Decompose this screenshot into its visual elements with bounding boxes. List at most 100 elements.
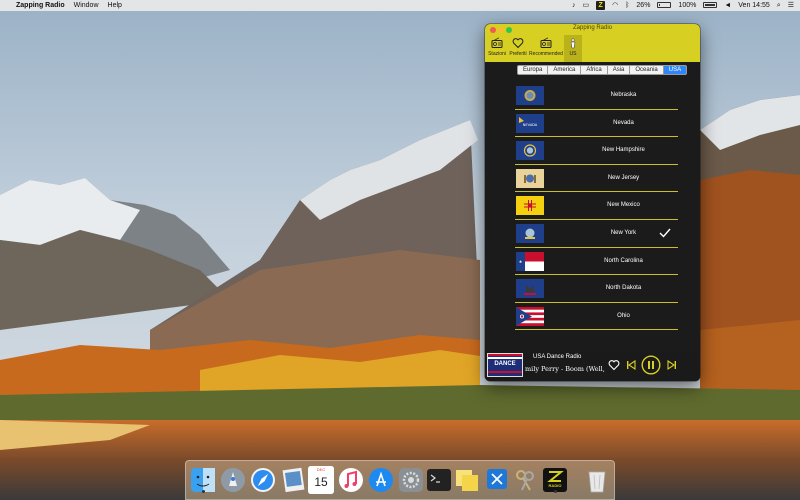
svg-text:★: ★	[519, 259, 523, 264]
battery-percent-right[interactable]: 100%	[678, 0, 696, 11]
display-icon[interactable]: ▭	[582, 0, 589, 11]
state-name: New Jersey	[607, 174, 640, 181]
tab-stazioni-label: Stazioni	[488, 51, 506, 57]
system-preferences-icon	[399, 468, 423, 492]
battery-icon-right[interactable]	[703, 0, 718, 11]
dock-safari[interactable]	[250, 466, 276, 494]
heart-icon	[608, 360, 620, 371]
pause-button[interactable]	[641, 355, 661, 375]
player-bar: DANCE USA Dance Radio mily Perry - Boom …	[485, 351, 700, 381]
heart-icon	[512, 38, 524, 49]
zapping-radio-window: Zapping Radio Stazioni Preferiti Recomme…	[485, 24, 700, 381]
dock-stickies[interactable]	[454, 466, 480, 494]
menu-bar-status-area: ♪ ▭ Z ◠ ᛒ 26% 100% ◄ Ven 14:55 ⌕ ☰	[565, 0, 794, 11]
tab-preferiti-label: Preferiti	[509, 51, 527, 57]
terminal-icon	[427, 469, 451, 491]
spotlight-search-icon[interactable]: ⌕	[777, 0, 781, 11]
state-name: Ohio	[617, 312, 630, 319]
volume-icon[interactable]: ◄	[724, 0, 731, 11]
dock-keychain[interactable]	[512, 466, 538, 494]
station-logo[interactable]: DANCE	[487, 353, 523, 377]
dock-system-preferences[interactable]	[398, 466, 424, 494]
state-name: North Carolina	[604, 257, 643, 264]
dock-preview[interactable]	[280, 466, 306, 494]
ohio-flag	[516, 306, 544, 326]
state-list: Nebraska NEVADA Nevada New Hampshire New…	[485, 82, 700, 358]
battery-icon-left[interactable]	[657, 0, 672, 11]
battery-percent-left[interactable]: 26%	[636, 0, 650, 11]
pause-icon	[641, 355, 661, 375]
calendar-day: 15	[314, 475, 328, 489]
region-america[interactable]: America	[547, 66, 580, 74]
new-york-flag	[516, 224, 544, 243]
next-button[interactable]	[667, 359, 677, 371]
torch-icon	[570, 37, 576, 49]
music-icon	[339, 468, 363, 492]
tab-us-label: US	[569, 51, 577, 57]
nevada-flag: NEVADA	[516, 113, 544, 133]
list-item[interactable]: New Mexico	[485, 192, 700, 220]
region-europa[interactable]: Europa	[518, 66, 547, 74]
radio-icon	[540, 37, 552, 48]
dock-app-store[interactable]	[368, 466, 394, 494]
dock-launchpad[interactable]	[220, 466, 246, 494]
list-item[interactable]: New Jersey	[485, 165, 700, 193]
dock-trash[interactable]	[584, 466, 610, 494]
north-carolina-flag: ★	[516, 251, 544, 271]
xcode-icon	[487, 469, 507, 489]
radio-icon	[491, 37, 503, 48]
tab-stazioni[interactable]: Stazioni	[488, 35, 506, 62]
nebraska-flag	[516, 86, 544, 105]
tab-recommended[interactable]: Recommended	[529, 35, 563, 62]
skip-back-icon	[627, 359, 636, 371]
safari-icon	[251, 468, 275, 492]
previous-button[interactable]	[626, 359, 636, 371]
list-item[interactable]: Nebraska	[485, 82, 700, 110]
dock-music[interactable]	[338, 466, 364, 494]
bluetooth-icon[interactable]: ᛒ	[625, 0, 629, 11]
window-title: Zapping Radio	[572, 25, 613, 31]
dock-calendar[interactable]: DEC 15	[308, 466, 334, 494]
dock-finder[interactable]	[190, 466, 216, 494]
now-playing-title: mily Perry - Boom (Well, D	[525, 365, 607, 373]
music-note-icon[interactable]: ♪	[572, 0, 576, 11]
dock-terminal[interactable]	[426, 466, 452, 494]
radio-menu-extra[interactable]: Z	[596, 0, 606, 11]
state-name: New Hampshire	[602, 147, 645, 154]
dock: DEC 15 RADIO	[185, 460, 615, 500]
tab-us[interactable]: US	[564, 35, 582, 62]
list-item-selected[interactable]: New York	[485, 220, 700, 248]
list-item[interactable]: New Hampshire	[485, 137, 700, 165]
list-item[interactable]: NEVADA Nevada	[485, 110, 700, 138]
launchpad-icon	[221, 468, 245, 492]
north-dakota-flag	[516, 279, 544, 299]
dock-zapping-radio[interactable]: RADIO	[542, 466, 568, 494]
clock[interactable]: Ven 14:55	[738, 0, 770, 11]
region-asia[interactable]: Asia	[606, 66, 630, 74]
wifi-icon[interactable]: ◠	[612, 0, 618, 11]
new-mexico-flag	[516, 196, 544, 216]
app-store-icon	[369, 468, 393, 492]
list-item[interactable]: ★ North Carolina	[485, 248, 700, 276]
dock-xcode[interactable]	[484, 466, 510, 494]
list-item[interactable]: North Dakota	[485, 275, 700, 303]
region-africa[interactable]: Africa	[580, 66, 606, 74]
favorite-button[interactable]	[608, 359, 620, 371]
state-name: New Mexico	[607, 202, 640, 209]
zapping-radio-status-icon: Z	[596, 1, 606, 10]
keychain-icon	[516, 470, 534, 491]
calendar-month: DEC	[316, 467, 326, 472]
list-item[interactable]: Ohio	[485, 303, 700, 331]
region-segmented-control: Europa America Africa Asia Oceania USA	[517, 65, 688, 75]
region-oceania[interactable]: Oceania	[629, 66, 662, 74]
window-menu[interactable]: Window	[74, 0, 99, 11]
state-name: New York	[610, 230, 637, 236]
help-menu[interactable]: Help	[108, 0, 122, 11]
app-menu[interactable]: Zapping Radio	[16, 0, 65, 11]
menu-bar: Zapping Radio Window Help ♪ ▭ Z ◠ ᛒ 26% …	[0, 0, 800, 11]
tab-preferiti[interactable]: Preferiti	[508, 35, 528, 62]
state-name: Nebraska	[610, 92, 637, 98]
region-usa[interactable]: USA	[662, 66, 687, 74]
notification-center-icon[interactable]: ☰	[788, 0, 794, 11]
station-name: USA Dance Radio	[533, 354, 582, 360]
